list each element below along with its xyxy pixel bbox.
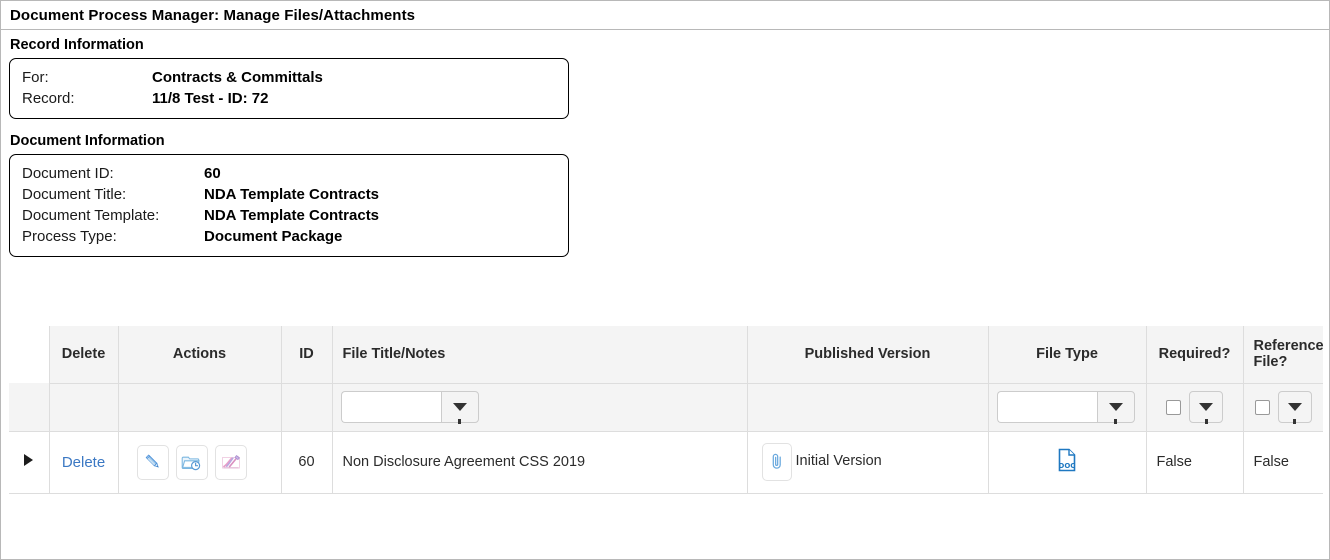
file-type-filter-button[interactable] bbox=[1096, 391, 1135, 424]
reference-file-value: False bbox=[1253, 454, 1289, 470]
row-required-cell: False bbox=[1146, 431, 1244, 494]
column-header-published-version[interactable]: Published Version bbox=[747, 326, 989, 384]
row-file-title-cell: Non Disclosure Agreement CSS 2019 bbox=[332, 431, 748, 494]
table-row: Delete 60 Non Disclosure Agreement CSS 2… bbox=[9, 431, 1323, 494]
published-version-label: Initial Version bbox=[795, 453, 882, 469]
row-delete-cell: Delete bbox=[49, 431, 119, 494]
document-id-value: 60 bbox=[204, 165, 221, 182]
document-title-label: Document Title: bbox=[22, 186, 127, 203]
document-template-value: NDA Template Contracts bbox=[204, 207, 380, 224]
sign-file-button[interactable] bbox=[214, 444, 247, 480]
process-type-label: Process Type: bbox=[22, 228, 117, 245]
document-information-panel: Document ID: 60 Document Title: NDA Temp… bbox=[9, 154, 569, 257]
row-id-cell: 60 bbox=[281, 431, 333, 494]
filter-cell-id bbox=[281, 383, 333, 432]
reference-file-filter-button[interactable] bbox=[1277, 391, 1312, 424]
filter-cell-file-type bbox=[988, 383, 1147, 432]
column-header-reference-file[interactable]: Reference File? bbox=[1243, 326, 1324, 384]
document-process-manager-window: Document Process Manager: Manage Files/A… bbox=[0, 0, 1330, 560]
record-info-row: Record: 11/8 Test - ID: 72 bbox=[22, 88, 556, 109]
required-filter-button[interactable] bbox=[1189, 391, 1223, 424]
edit-pencil-icon bbox=[145, 454, 159, 468]
filter-cell-published-version bbox=[747, 383, 989, 432]
page-title: Document Process Manager: Manage Files/A… bbox=[10, 6, 416, 24]
row-file-type-cell: DOC bbox=[988, 431, 1147, 494]
file-type-filter-group bbox=[996, 391, 1135, 424]
row-published-version-cell: Initial Version bbox=[747, 431, 989, 494]
document-title-value: NDA Template Contracts bbox=[204, 186, 380, 203]
paperclip-attachment-icon bbox=[772, 453, 781, 469]
row-reference-file-cell: False bbox=[1243, 431, 1323, 494]
edit-file-button[interactable] bbox=[136, 444, 169, 480]
document-id-label: Document ID: bbox=[22, 165, 114, 182]
svg-text:DOC: DOC bbox=[1059, 462, 1076, 470]
file-title-filter-button[interactable] bbox=[440, 391, 479, 424]
document-template-label: Document Template: bbox=[22, 207, 160, 224]
filter-cell-reference-file bbox=[1243, 383, 1323, 432]
file-title-filter-group bbox=[340, 391, 479, 424]
document-information-heading: Document Information bbox=[10, 133, 165, 149]
row-expand-cell[interactable] bbox=[9, 431, 50, 494]
filter-funnel-icon bbox=[1287, 403, 1302, 424]
files-grid-body: Delete 60 Non Disclosure Agreement CSS 2… bbox=[9, 431, 1323, 494]
column-header-expand bbox=[9, 326, 50, 383]
delete-row-link[interactable]: Delete bbox=[62, 454, 105, 471]
record-information-section: Record Information For: Contracts & Comm… bbox=[1, 37, 1329, 119]
doc-file-icon: DOC bbox=[1059, 448, 1076, 472]
row-actions-cell bbox=[118, 431, 282, 494]
column-header-delete[interactable]: Delete bbox=[49, 326, 119, 384]
expand-triangle-icon[interactable] bbox=[24, 454, 34, 466]
row-action-buttons bbox=[129, 444, 271, 480]
files-grid-container: Delete Actions ID File Title/Notes Publi… bbox=[9, 326, 1324, 494]
record-record-value: 11/8 Test - ID: 72 bbox=[152, 90, 269, 107]
filter-funnel-icon bbox=[1108, 403, 1123, 424]
filter-funnel-icon bbox=[452, 403, 467, 424]
filter-cell-expand bbox=[9, 383, 50, 432]
record-record-label: Record: bbox=[22, 90, 75, 107]
folder-history-icon bbox=[181, 456, 201, 471]
document-info-row: Process Type: Document Package bbox=[22, 226, 556, 247]
column-header-file-type[interactable]: File Type bbox=[988, 326, 1147, 384]
record-information-panel: For: Contracts & Committals Record: 11/8… bbox=[9, 58, 569, 119]
required-value: False bbox=[1156, 454, 1192, 470]
files-grid-filter-body bbox=[9, 383, 1323, 432]
record-for-value: Contracts & Committals bbox=[152, 69, 323, 86]
filter-funnel-icon bbox=[1199, 403, 1213, 424]
header-row: Delete Actions ID File Title/Notes Publi… bbox=[9, 326, 1324, 384]
filter-row bbox=[9, 383, 1323, 432]
column-header-actions[interactable]: Actions bbox=[118, 326, 282, 384]
column-header-required[interactable]: Required? bbox=[1146, 326, 1244, 384]
record-information-heading: Record Information bbox=[10, 37, 144, 53]
filter-cell-actions bbox=[118, 383, 282, 432]
document-information-section: Document Information Document ID: 60 Doc… bbox=[1, 133, 1329, 257]
document-info-row: Document Title: NDA Template Contracts bbox=[22, 184, 556, 205]
required-filter-checkbox[interactable] bbox=[1166, 399, 1181, 415]
published-version-attachment-button[interactable] bbox=[761, 443, 792, 481]
column-header-id[interactable]: ID bbox=[281, 326, 333, 384]
file-title-filter-input[interactable] bbox=[340, 391, 441, 423]
document-info-row: Document Template: NDA Template Contract… bbox=[22, 205, 556, 226]
column-header-file-title[interactable]: File Title/Notes bbox=[332, 326, 748, 384]
record-info-row: For: Contracts & Committals bbox=[22, 67, 556, 88]
process-type-value: Document Package bbox=[204, 228, 343, 245]
files-grid: Delete Actions ID File Title/Notes Publi… bbox=[9, 326, 1324, 494]
window-title-bar: Document Process Manager: Manage Files/A… bbox=[1, 1, 1329, 30]
filter-cell-file-title bbox=[332, 383, 748, 432]
files-grid-header: Delete Actions ID File Title/Notes Publi… bbox=[9, 326, 1324, 384]
filter-cell-required bbox=[1146, 383, 1244, 432]
signature-icon bbox=[221, 455, 240, 469]
file-type-filter-input[interactable] bbox=[996, 391, 1097, 423]
record-for-label: For: bbox=[22, 69, 49, 86]
filter-cell-delete bbox=[49, 383, 119, 432]
document-info-row: Document ID: 60 bbox=[22, 163, 556, 184]
reference-file-filter-checkbox[interactable] bbox=[1254, 399, 1270, 415]
file-versions-button[interactable] bbox=[175, 444, 208, 480]
